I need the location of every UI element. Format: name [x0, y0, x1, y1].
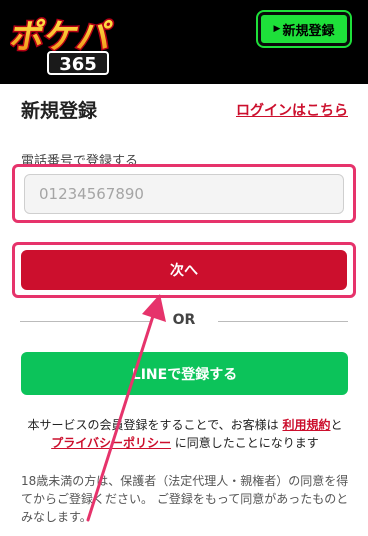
- privacy-policy-link[interactable]: プライバシーポリシー: [51, 436, 171, 450]
- app-header: ポケパ 365 ▶ 新規登録: [0, 0, 368, 84]
- or-text: OR: [172, 312, 196, 328]
- age-notice: 18歳未満の方は、保護者（法定代理人・親権者）の同意を得てからご登録ください。 …: [21, 474, 349, 524]
- line-register-button[interactable]: LINEで登録する: [21, 352, 348, 395]
- next-button-highlight: 次へ: [12, 242, 356, 298]
- divider-line-right: [218, 321, 348, 322]
- site-logo[interactable]: ポケパ 365: [10, 6, 140, 80]
- header-register-button[interactable]: ▶ 新規登録: [258, 12, 350, 46]
- phone-input[interactable]: [24, 174, 344, 214]
- next-button[interactable]: 次へ: [21, 250, 347, 290]
- login-link[interactable]: ログインはこちら: [236, 100, 348, 120]
- header-register-label: 新規登録: [282, 23, 335, 39]
- logo-text: ポケパ: [10, 17, 115, 57]
- logo-sub-text: 365: [59, 54, 97, 75]
- or-divider: OR: [20, 312, 348, 332]
- terms-text: 本サービスの会員登録をすることで、お客様は 利用規約と プライバシーポリシー に…: [20, 416, 350, 452]
- terms-of-use-link[interactable]: 利用規約: [282, 418, 330, 432]
- page-title: 新規登録: [21, 100, 98, 122]
- terms-part2: と: [330, 418, 343, 432]
- triangle-right-icon: ▶: [273, 24, 281, 34]
- terms-part1: 本サービスの会員登録をすることで、お客様は: [27, 418, 279, 432]
- phone-field-highlight: [12, 164, 356, 223]
- terms-part3: に同意したことになります: [174, 436, 319, 450]
